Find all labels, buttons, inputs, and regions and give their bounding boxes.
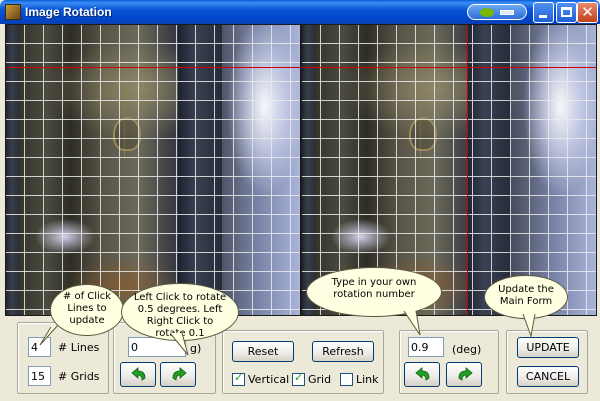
callout-tail	[39, 325, 59, 346]
horizontal-guide-line	[6, 67, 300, 68]
close-button[interactable]: ✕	[577, 2, 598, 23]
maximize-button[interactable]	[556, 2, 577, 23]
custom-rotation-input[interactable]: 0.9	[408, 337, 444, 357]
reset-button[interactable]: Reset	[232, 341, 294, 362]
update-callout: Update the Main Form	[484, 275, 568, 319]
minimize-button[interactable]	[533, 2, 554, 23]
rotate-left-button[interactable]	[120, 362, 156, 387]
callout-tail	[169, 333, 189, 356]
link-checkbox[interactable]	[340, 373, 353, 386]
lines-label: # Lines	[58, 341, 100, 354]
degree-unit-label: (deg)	[452, 343, 482, 356]
callout-tail	[403, 311, 421, 336]
grids-label: # Grids	[58, 370, 100, 383]
vertical-guide-line	[467, 25, 468, 315]
rotate-cw-arrow-icon	[458, 367, 473, 381]
update-button[interactable]: UPDATE	[517, 337, 579, 358]
rotate-ccw-arrow-icon	[131, 367, 146, 381]
horizontal-guide-line	[302, 67, 596, 68]
nvidia-icon[interactable]	[467, 4, 527, 20]
rotate-cw-arrow-icon	[172, 367, 187, 381]
app-icon	[5, 4, 21, 20]
title-bar[interactable]: Image Rotation ✕	[0, 0, 600, 24]
rotate-ccw-arrow-icon	[415, 367, 430, 381]
window-title: Image Rotation	[25, 5, 112, 19]
original-image-panel[interactable]	[5, 24, 301, 316]
vertical-label: Vertical	[248, 373, 290, 386]
grid-label: Grid	[308, 373, 332, 386]
refresh-button[interactable]: Refresh	[312, 341, 374, 362]
callout-tail	[522, 314, 536, 338]
custom-rotation-callout: Type in your own rotation number	[306, 267, 442, 317]
cancel-button[interactable]: CANCEL	[517, 366, 579, 387]
grid-checkbox[interactable]: ✓	[292, 371, 305, 386]
link-label: Link	[356, 373, 379, 386]
vertical-checkbox[interactable]: ✓	[232, 371, 245, 386]
grids-input[interactable]: 15	[28, 366, 51, 386]
custom-rotate-left-button[interactable]	[404, 362, 440, 387]
custom-rotate-right-button[interactable]	[446, 362, 482, 387]
grid-overlay	[6, 25, 300, 315]
rotate-right-button[interactable]	[160, 362, 196, 387]
